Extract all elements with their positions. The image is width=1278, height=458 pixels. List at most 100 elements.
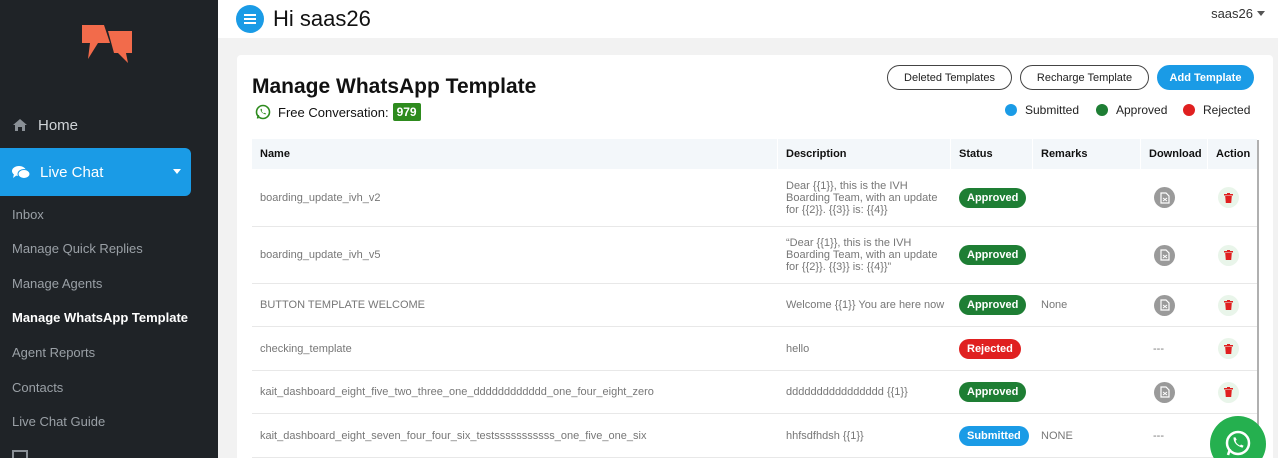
delete-icon[interactable] [1218, 187, 1239, 208]
action-cell [1208, 327, 1258, 370]
chevron-down-icon [173, 169, 181, 174]
template-description: dddddddddddddddd {{1}} [786, 386, 908, 398]
table-header: Name Description Status Remarks Download… [252, 139, 1258, 169]
sidebar-item-contacts[interactable]: Contacts [12, 380, 63, 395]
template-remarks: None [1041, 299, 1068, 311]
status-badge: Approved [959, 295, 1027, 315]
whatsapp-icon [1225, 430, 1251, 456]
approved-dot [1096, 104, 1108, 116]
deleted-templates-button[interactable]: Deleted Templates [887, 65, 1012, 90]
delete-icon[interactable] [1218, 294, 1239, 316]
column-header-remarks: Remarks [1033, 139, 1141, 169]
nav-live-chat[interactable]: Live Chat [0, 148, 191, 196]
home-icon [13, 119, 27, 131]
sidebar-item-quick-replies[interactable]: Manage Quick Replies [12, 241, 143, 256]
template-description: hello [786, 342, 810, 355]
template-name: checking_template [260, 342, 352, 355]
template-name: kait_dashboard_eight_seven_four_four_six… [260, 429, 647, 442]
status-badge: Approved [959, 245, 1027, 265]
chat-icon [12, 165, 30, 179]
sidebar: Home Live Chat Inbox Manage Quick Replie… [0, 0, 218, 458]
sidebar-item-agents[interactable]: Manage Agents [12, 276, 102, 291]
column-header-name: Name [252, 139, 778, 169]
template-name: boarding_update_ivh_v5 [260, 249, 381, 261]
chevron-down-icon [1257, 11, 1265, 16]
download-file-icon[interactable] [1154, 244, 1175, 266]
legend-rejected: Rejected [1183, 103, 1250, 117]
download-cell: --- [1141, 327, 1208, 370]
scrollbar-track[interactable] [1257, 140, 1259, 458]
rejected-dot [1183, 104, 1195, 116]
table-row: BUTTON TEMPLATE WELCOME Welcome {{1}} Yo… [252, 284, 1258, 327]
table-row: checking_template hello Rejected --- [252, 327, 1258, 371]
download-cell [1141, 371, 1208, 413]
legend-rejected-label: Rejected [1203, 103, 1251, 117]
recharge-template-button[interactable]: Recharge Template [1020, 65, 1149, 90]
nav-home-label: Home [38, 116, 79, 134]
table-row: kait_dashboard_eight_five_two_three_one_… [252, 371, 1258, 414]
hamburger-icon [244, 14, 256, 24]
delete-icon[interactable] [1218, 244, 1239, 266]
nav-live-chat-label: Live Chat [40, 163, 104, 181]
template-remarks [1033, 371, 1141, 413]
column-header-download: Download [1141, 139, 1208, 169]
column-header-description: Description [778, 139, 951, 169]
status-badge: Approved [959, 187, 1027, 208]
greeting-title: Hi saas26 [273, 6, 371, 31]
sidebar-item-inbox[interactable]: Inbox [12, 207, 44, 222]
download-cell [1141, 227, 1208, 283]
status-cell: Approved [951, 227, 1033, 283]
delete-icon[interactable] [1218, 338, 1239, 359]
download-file-icon[interactable] [1154, 187, 1175, 208]
brand-logo [82, 25, 132, 63]
page-title: Manage WhatsApp Template [252, 75, 537, 98]
submitted-dot [1005, 104, 1017, 116]
template-description: hhfsdfhdsh {{1}} [786, 429, 864, 442]
status-badge: Approved [959, 382, 1027, 402]
free-conversation: Free Conversation: 979 [255, 103, 421, 121]
template-remarks [1033, 327, 1141, 370]
template-name: boarding_update_ivh_v2 [260, 191, 381, 204]
table-row: kait_dashboard_eight_seven_four_four_six… [252, 414, 1258, 458]
delete-icon[interactable] [1218, 381, 1239, 403]
download-unavailable: --- [1153, 429, 1164, 442]
download-cell [1141, 169, 1208, 226]
free-conversation-count: 979 [392, 103, 421, 121]
legend-submitted: Submitted [1005, 103, 1079, 117]
template-name: BUTTON TEMPLATE WELCOME [260, 299, 426, 311]
template-description: Welcome {{1}} You are here now [786, 299, 945, 311]
status-cell: Approved [951, 169, 1033, 226]
action-cell [1208, 284, 1258, 326]
nav-home[interactable]: Home [0, 108, 218, 142]
template-remarks: NONE [1041, 429, 1073, 442]
table-row: boarding_update_ivh_v2 Dear {{1}}, this … [252, 169, 1258, 227]
sidebar-item-live-chat-guide[interactable]: Live Chat Guide [12, 414, 105, 429]
column-header-status: Status [951, 139, 1033, 169]
download-unavailable: --- [1153, 342, 1164, 355]
legend-submitted-label: Submitted [1025, 103, 1080, 117]
user-menu[interactable]: saas26 [1211, 6, 1265, 21]
status-cell: Approved [951, 284, 1033, 326]
action-cell [1208, 227, 1258, 283]
download-file-icon[interactable] [1154, 381, 1175, 403]
legend-approved-label: Approved [1116, 103, 1168, 117]
legend-approved: Approved [1096, 103, 1167, 117]
status-cell: Approved [951, 371, 1033, 413]
status-badge: Submitted [959, 425, 1029, 446]
column-header-action: Action [1208, 139, 1258, 169]
add-template-button[interactable]: Add Template [1157, 65, 1254, 90]
sidebar-item-partial[interactable] [12, 450, 132, 458]
template-description: Dear {{1}}, this is the IVH Boarding Tea… [786, 179, 938, 216]
download-file-icon[interactable] [1154, 294, 1175, 316]
sidebar-item-agent-reports[interactable]: Agent Reports [12, 345, 95, 360]
menu-toggle-button[interactable] [236, 5, 264, 33]
template-name: kait_dashboard_eight_five_two_three_one_… [260, 386, 654, 398]
action-cell [1208, 169, 1258, 226]
top-header: Hi saas26 saas26 [218, 0, 1278, 38]
table-row: boarding_update_ivh_v5 “Dear {{1}}, this… [252, 227, 1258, 284]
status-cell: Rejected [951, 327, 1033, 370]
whatsapp-icon [255, 104, 271, 120]
free-conversation-label: Free Conversation: [278, 104, 389, 120]
download-cell: --- [1141, 414, 1208, 457]
sidebar-item-whatsapp-template[interactable]: Manage WhatsApp Template [12, 310, 188, 325]
